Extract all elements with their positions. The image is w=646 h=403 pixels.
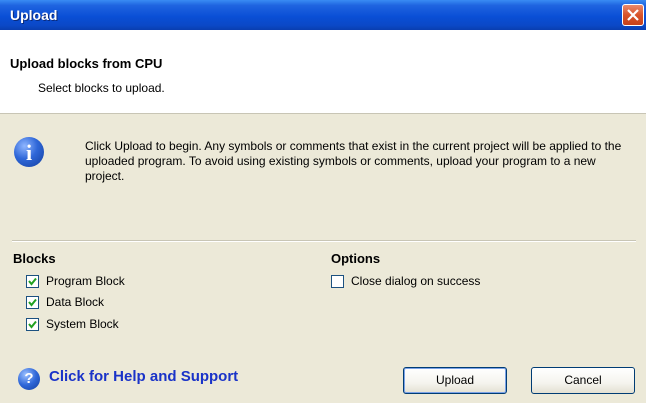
dialog-header: Upload blocks from CPU Select blocks to … xyxy=(0,30,646,114)
header-title: Upload blocks from CPU xyxy=(10,56,163,71)
checkbox-label: Data Block xyxy=(46,295,105,309)
checkbox-label: Close dialog on success xyxy=(351,274,481,288)
checkbox-label: Program Block xyxy=(46,274,125,288)
info-icon: i xyxy=(14,137,44,167)
checkbox[interactable] xyxy=(26,296,39,309)
upload-button[interactable]: Upload xyxy=(403,367,507,394)
blocks-section-label: Blocks xyxy=(13,251,56,266)
checkmark-icon xyxy=(28,298,37,307)
help-icon[interactable]: ? xyxy=(18,368,40,390)
window-title: Upload xyxy=(10,7,58,23)
close-button[interactable] xyxy=(622,4,644,26)
info-message: Click Upload to begin. Any symbols or co… xyxy=(85,139,622,183)
checkbox[interactable] xyxy=(26,318,39,331)
checkbox[interactable] xyxy=(26,275,39,288)
checkmark-icon xyxy=(28,277,37,286)
cancel-button[interactable]: Cancel xyxy=(531,367,635,394)
upload-dialog: Upload Upload blocks from CPU Select blo… xyxy=(0,0,646,403)
header-subtitle: Select blocks to upload. xyxy=(38,81,165,95)
checkbox[interactable] xyxy=(331,275,344,288)
close-icon xyxy=(627,9,639,21)
divider xyxy=(12,240,636,242)
checkbox-label: System Block xyxy=(46,317,119,331)
help-support-link[interactable]: Click for Help and Support xyxy=(49,368,238,385)
options-section-label: Options xyxy=(331,251,381,266)
checkmark-icon xyxy=(28,320,37,329)
title-bar[interactable]: Upload xyxy=(0,0,646,30)
